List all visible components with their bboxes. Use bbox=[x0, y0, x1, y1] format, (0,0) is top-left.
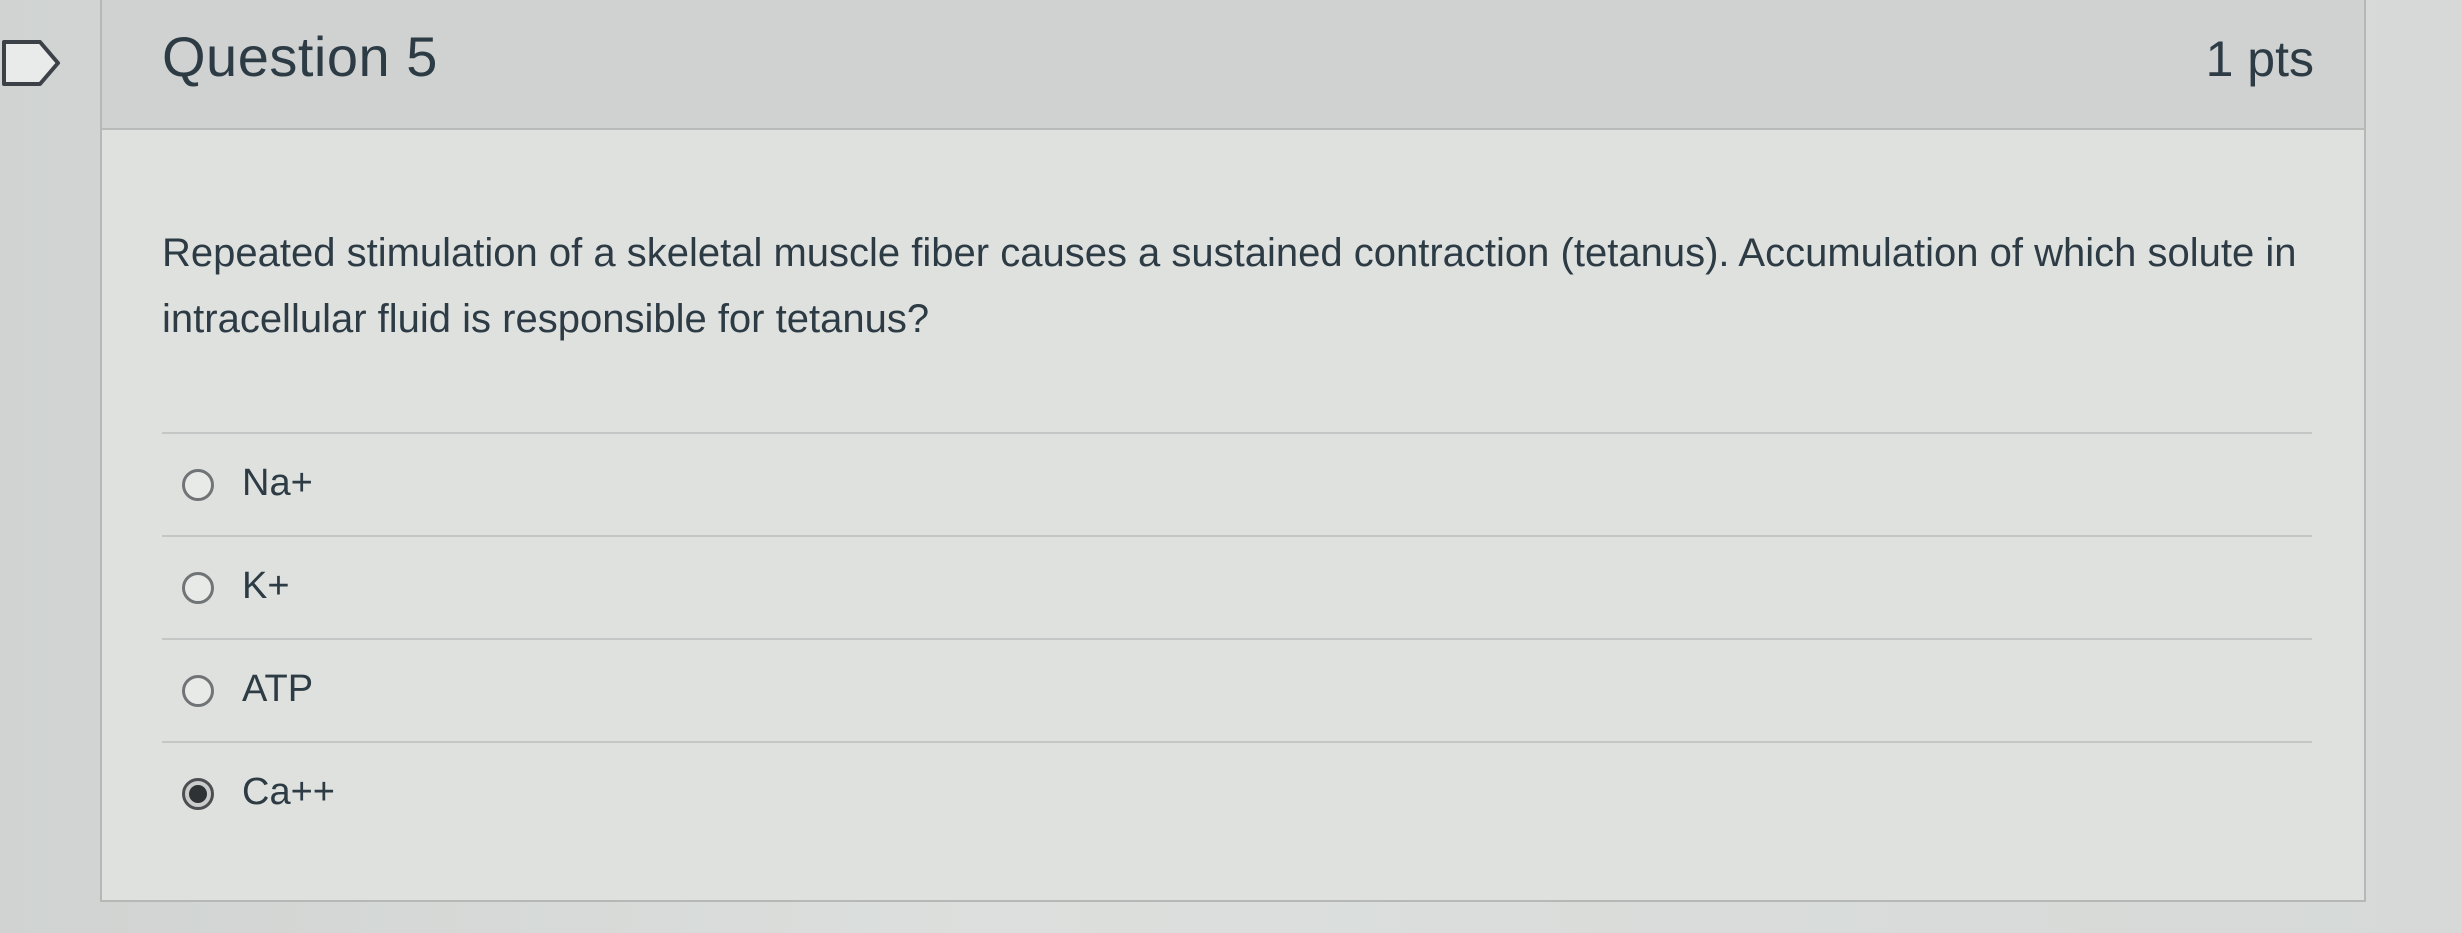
answer-option-atp[interactable]: ATP bbox=[162, 638, 2312, 741]
answer-label[interactable]: Ca++ bbox=[242, 771, 335, 814]
question-header: Question 5 1 pts bbox=[102, 0, 2364, 130]
answer-label[interactable]: K+ bbox=[242, 565, 290, 608]
answer-list: Na+ K+ ATP Ca++ bbox=[162, 432, 2312, 844]
question-title: Question 5 bbox=[162, 25, 438, 88]
quiz-page: Question 5 1 pts Repeated stimulation of… bbox=[0, 0, 2462, 933]
radio-button-selected-icon[interactable] bbox=[182, 778, 214, 810]
answer-option-ca[interactable]: Ca++ bbox=[162, 741, 2312, 844]
question-card: Question 5 1 pts Repeated stimulation of… bbox=[100, 0, 2366, 902]
radio-button-icon[interactable] bbox=[182, 469, 214, 501]
flag-question-icon[interactable] bbox=[0, 38, 64, 88]
radio-button-icon[interactable] bbox=[182, 572, 214, 604]
radio-button-icon[interactable] bbox=[182, 675, 214, 707]
question-points: 1 pts bbox=[2205, 31, 2314, 87]
answer-option-k[interactable]: K+ bbox=[162, 535, 2312, 638]
question-text: Repeated stimulation of a skeletal muscl… bbox=[162, 231, 2297, 341]
answer-label[interactable]: Na+ bbox=[242, 462, 313, 505]
answer-option-na[interactable]: Na+ bbox=[162, 432, 2312, 535]
answer-label[interactable]: ATP bbox=[242, 668, 313, 711]
